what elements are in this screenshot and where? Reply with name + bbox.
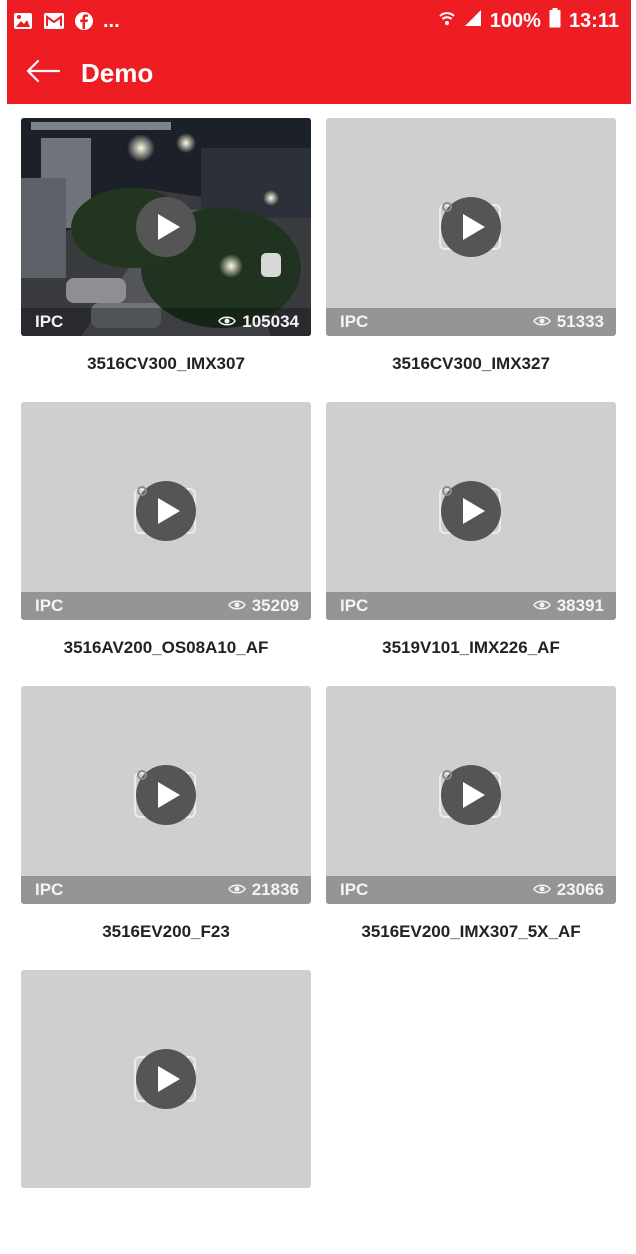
eye-icon [532, 312, 551, 332]
thumbnail-info-bar: IPC 38391 [326, 592, 616, 620]
view-count: 38391 [532, 596, 604, 616]
system-status: 100% 13:11 [438, 8, 619, 34]
device-tag: IPC [340, 596, 369, 615]
back-arrow-icon [25, 59, 61, 88]
play-icon [458, 214, 485, 240]
notification-icons: ... [13, 10, 120, 33]
view-count: 51333 [532, 312, 604, 332]
eye-icon [532, 596, 551, 616]
demo-card[interactable]: IPC 21836 3516EV200_F23 [21, 686, 311, 970]
thumbnail-info-bar: IPC 51333 [326, 308, 616, 336]
battery-level: 100% [489, 9, 541, 32]
video-thumbnail[interactable]: IPC 105034 [21, 118, 311, 336]
view-count: 23066 [532, 880, 604, 900]
thumbnail-info-bar: IPC 21836 [21, 876, 311, 904]
signal-icon [464, 9, 482, 33]
demo-grid: IPC 105034 3516CV300_IMX307 IPC 51333 35… [21, 118, 616, 1254]
demo-card[interactable]: IPC 23066 3516EV200_IMX307_5X_AF [326, 686, 616, 970]
view-count-value: 21836 [251, 880, 299, 899]
gallery-icon [13, 12, 33, 30]
demo-card[interactable] [21, 970, 311, 1254]
thumbnail-info-bar: IPC 23066 [326, 876, 616, 904]
view-count-value: 105034 [242, 312, 299, 331]
lens-dot-icon [137, 770, 147, 780]
view-count-value: 35209 [251, 596, 299, 615]
play-icon [458, 782, 485, 808]
lens-dot-icon [442, 202, 452, 212]
view-count-value: 38391 [556, 596, 604, 615]
facebook-icon [75, 12, 93, 30]
lens-dot-icon [442, 486, 452, 496]
status-bar: ... 100% 13:11 [7, 0, 631, 42]
mail-icon [43, 12, 65, 30]
demo-card[interactable]: IPC 51333 3516CV300_IMX327 [326, 118, 616, 402]
device-tag: IPC [35, 312, 64, 331]
play-icon [458, 498, 485, 524]
view-count: 21836 [227, 880, 299, 900]
view-count: 105034 [218, 312, 299, 332]
eye-icon [227, 880, 246, 900]
eye-icon [532, 880, 551, 900]
view-count-value: 23066 [556, 880, 604, 899]
video-thumbnail[interactable]: IPC 35209 [21, 402, 311, 620]
demo-title: 3516CV300_IMX307 [87, 354, 245, 373]
play-icon [153, 498, 180, 524]
device-tag: IPC [340, 312, 369, 331]
thumbnail-info-bar: IPC 35209 [21, 592, 311, 620]
battery-icon [549, 8, 561, 34]
notification-more: ... [103, 9, 120, 32]
eye-icon [218, 312, 237, 332]
video-thumbnail[interactable]: IPC 21836 [21, 686, 311, 904]
play-button[interactable] [136, 197, 196, 257]
video-thumbnail[interactable] [21, 970, 311, 1188]
view-count: 35209 [227, 596, 299, 616]
demo-title: 3516EV200_F23 [102, 922, 230, 941]
eye-icon [227, 596, 246, 616]
play-button[interactable] [136, 1049, 196, 1109]
play-icon [153, 782, 180, 808]
demo-title: 3516AV200_OS08A10_AF [63, 638, 269, 657]
wifi-icon [438, 9, 456, 33]
demo-card[interactable]: IPC 35209 3516AV200_OS08A10_AF [21, 402, 311, 686]
play-icon [153, 214, 180, 240]
demo-title: 3516CV300_IMX327 [392, 354, 550, 373]
play-icon [153, 1066, 180, 1092]
back-button[interactable] [25, 59, 61, 88]
thumbnail-info-bar: IPC 105034 [21, 308, 311, 336]
app-bar: Demo [7, 42, 631, 104]
video-thumbnail[interactable]: IPC 23066 [326, 686, 616, 904]
view-count-value: 51333 [556, 312, 604, 331]
demo-card[interactable]: IPC 38391 3519V101_IMX226_AF [326, 402, 616, 686]
lens-dot-icon [137, 486, 147, 496]
device-tag: IPC [35, 596, 64, 615]
video-thumbnail[interactable]: IPC 38391 [326, 402, 616, 620]
device-tag: IPC [340, 880, 369, 899]
device-tag: IPC [35, 880, 64, 899]
video-thumbnail[interactable]: IPC 51333 [326, 118, 616, 336]
lens-dot-icon [442, 770, 452, 780]
demo-title: 3516EV200_IMX307_5X_AF [361, 922, 581, 941]
demo-title: 3519V101_IMX226_AF [382, 638, 560, 657]
clock: 13:11 [568, 9, 619, 32]
demo-card[interactable]: IPC 105034 3516CV300_IMX307 [21, 118, 311, 402]
page-title: Demo [81, 57, 154, 88]
